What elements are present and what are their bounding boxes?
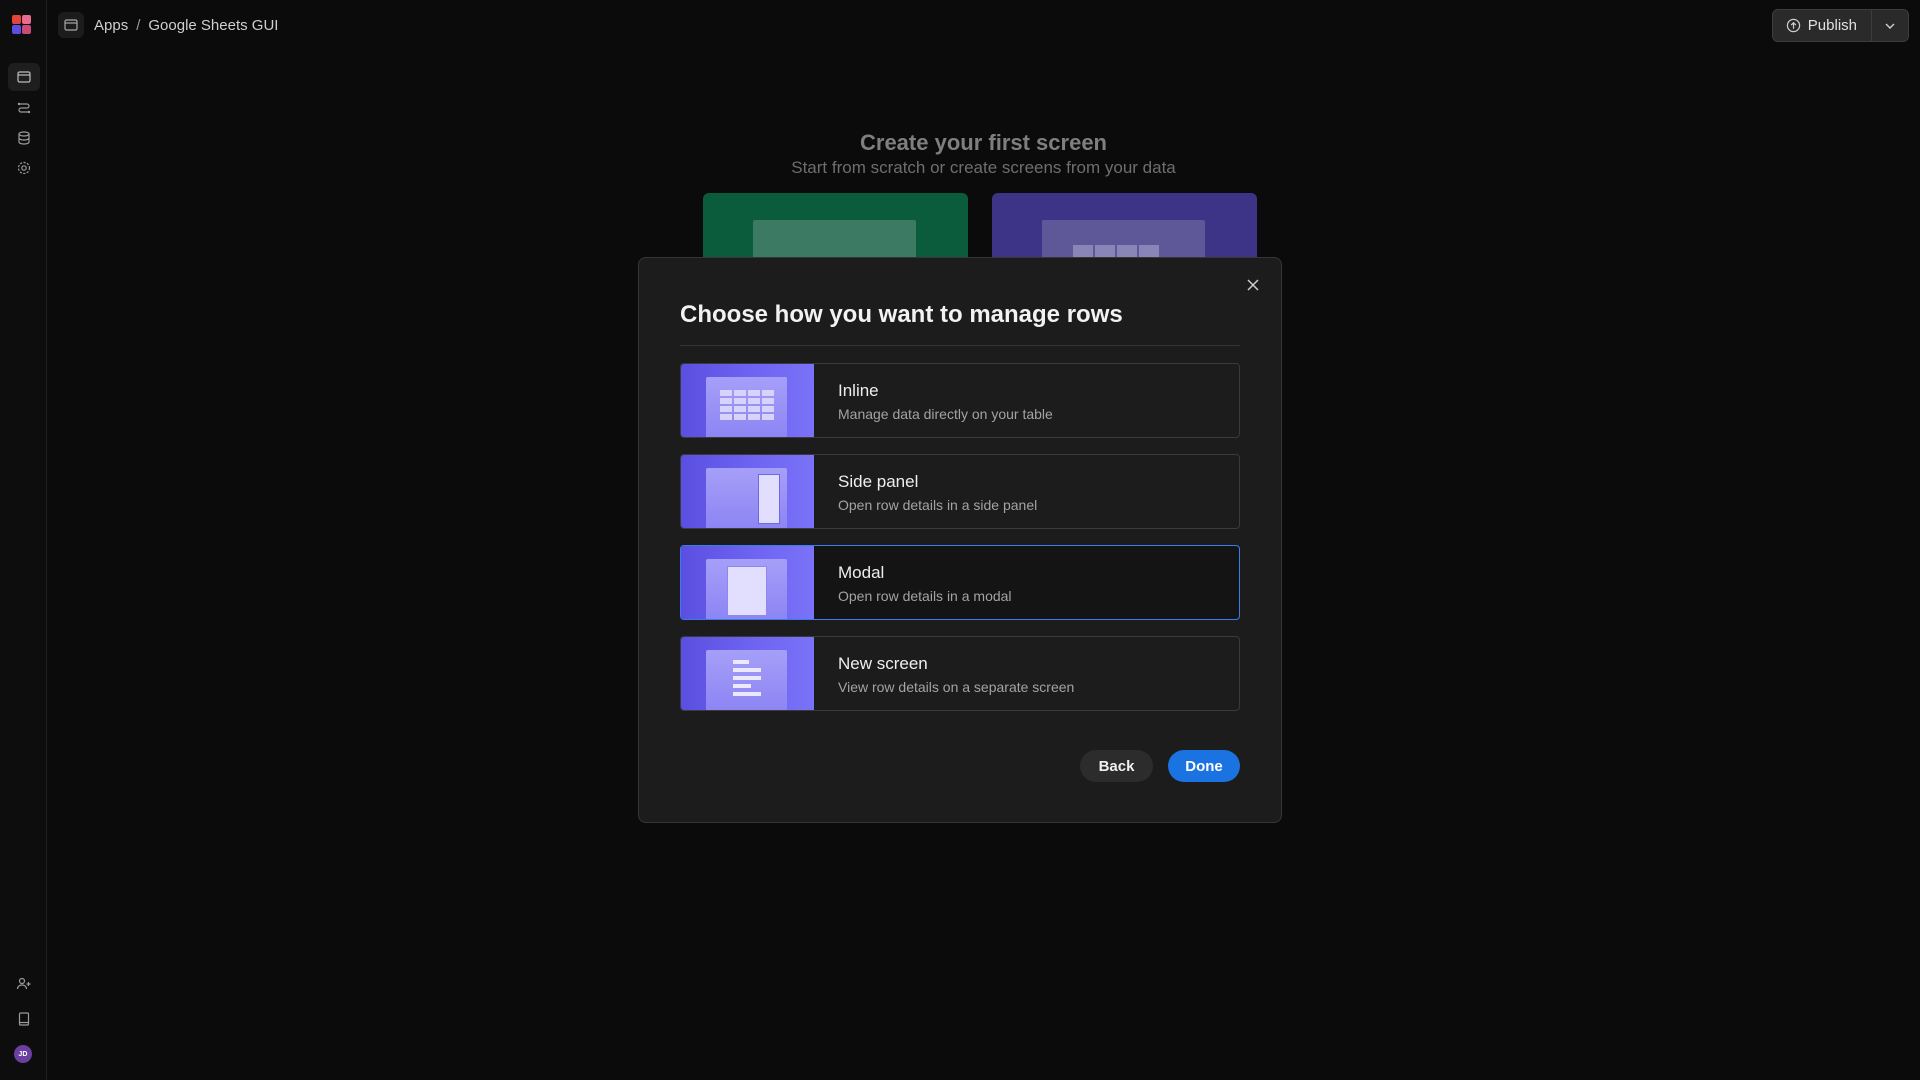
breadcrumb-apps[interactable]: Apps [94, 17, 128, 34]
new-screen-thumbnail [681, 637, 814, 710]
publish-icon [1786, 18, 1800, 33]
option-inline[interactable]: Inline Manage data directly on your tabl… [680, 363, 1240, 438]
option-modal[interactable]: Modal Open row details in a modal [680, 545, 1240, 620]
top-bar: Apps / Google Sheets GUI Publish [47, 0, 1920, 50]
automations-icon [17, 102, 31, 114]
invite-user-icon [16, 977, 31, 990]
option-description: Open row details in a modal [838, 588, 1012, 604]
sidebar-toggle-button[interactable] [58, 12, 84, 38]
breadcrumb-separator: / [136, 17, 141, 34]
modal-thumbnail [681, 546, 814, 619]
publish-group: Publish [1771, 9, 1909, 42]
publish-button[interactable]: Publish [1773, 10, 1872, 41]
side-panel-thumbnail [681, 455, 814, 528]
option-description: Open row details in a side panel [838, 497, 1038, 513]
logo-icon[interactable] [12, 15, 32, 35]
docs-icon [18, 1012, 30, 1026]
breadcrumb: Apps / Google Sheets GUI [94, 17, 278, 34]
back-button[interactable]: Back [1080, 750, 1153, 782]
side-panel-icon [758, 474, 780, 524]
inline-thumbnail [681, 364, 814, 437]
rail-docs-button[interactable] [8, 1005, 40, 1033]
screens-icon [17, 71, 31, 83]
close-icon [1247, 279, 1259, 291]
publish-label: Publish [1807, 17, 1857, 34]
option-label: Side panel [838, 472, 919, 491]
option-side-panel[interactable]: Side panel Open row details in a side pa… [680, 454, 1240, 529]
rail-invite-button[interactable] [8, 970, 40, 998]
chevron-down-icon [1885, 23, 1895, 29]
close-button[interactable] [1243, 275, 1263, 295]
modal-window-icon [727, 566, 767, 616]
option-description: View row details on a separate screen [838, 679, 1075, 695]
option-new-screen[interactable]: New screen View row details on a separat… [680, 636, 1240, 711]
divider [680, 345, 1240, 346]
done-button[interactable]: Done [1168, 750, 1240, 782]
table-grid-icon [720, 390, 774, 420]
option-description: Manage data directly on your table [838, 406, 1053, 422]
manage-rows-modal: Choose how you want to manage rows Inlin… [638, 257, 1282, 823]
detail-lines-icon [733, 660, 761, 696]
publish-options-button[interactable] [1872, 10, 1908, 41]
option-label: Modal [838, 563, 885, 582]
empty-state-title: Create your first screen [860, 130, 1107, 155]
rail-automations-button[interactable] [8, 94, 40, 122]
rail-screens-button[interactable] [8, 63, 40, 91]
breadcrumb-app-name[interactable]: Google Sheets GUI [148, 17, 278, 34]
option-label: New screen [838, 654, 928, 673]
sidebar-icon [64, 19, 78, 31]
option-label: Inline [838, 381, 879, 400]
modal-title: Choose how you want to manage rows [680, 301, 1123, 328]
user-avatar[interactable]: JD [14, 1045, 32, 1063]
empty-state-subtitle: Start from scratch or create screens fro… [791, 158, 1176, 177]
